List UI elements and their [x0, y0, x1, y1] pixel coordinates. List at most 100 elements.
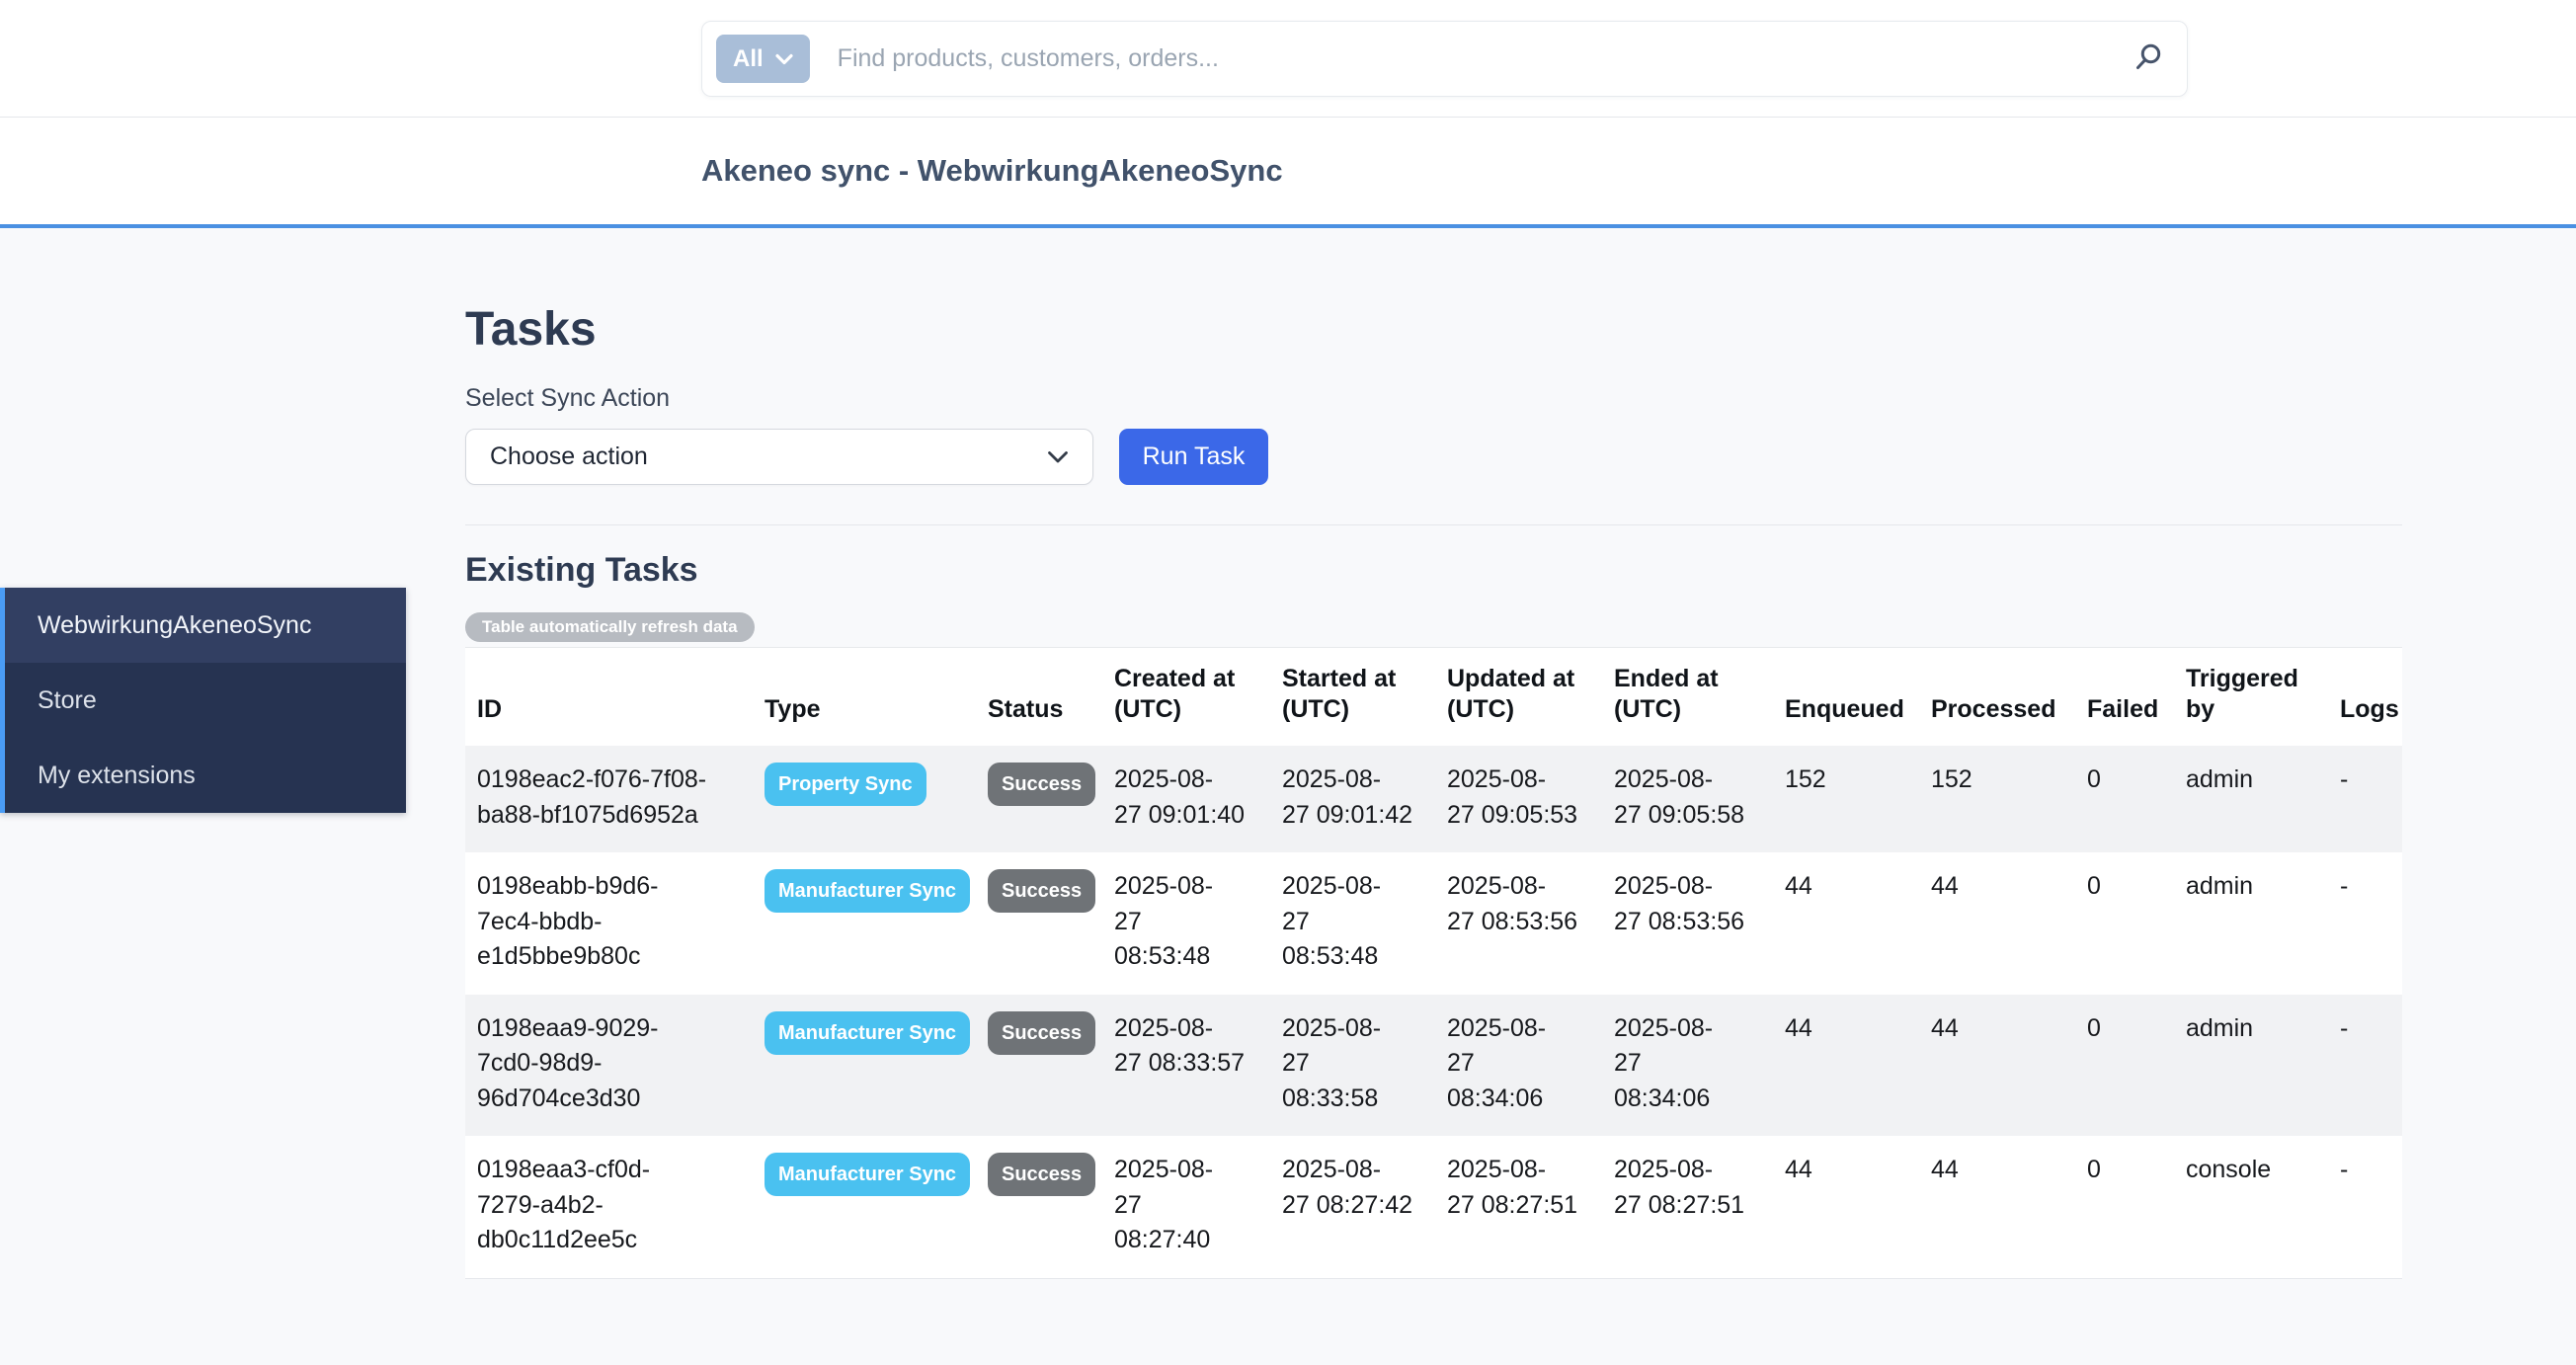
cell-updated: 2025-08- 27 08:27:51 — [1435, 1136, 1602, 1278]
type-badge: Property Sync — [765, 763, 926, 806]
sync-action-select[interactable]: Choose action — [465, 429, 1093, 485]
topbar: All — [0, 0, 2576, 118]
chevron-down-icon — [775, 53, 793, 65]
cell-type: Manufacturer Sync — [753, 1136, 976, 1278]
search-scope-button[interactable]: All — [716, 35, 810, 83]
column-header-started: Started at (UTC) — [1270, 648, 1435, 747]
cell-logs: - — [2328, 852, 2402, 995]
cell-triggered_by: admin — [2174, 852, 2328, 995]
global-search-bar: All — [701, 21, 2188, 97]
cell-type: Property Sync — [753, 746, 976, 852]
search-button[interactable] — [2132, 40, 2165, 77]
search-icon — [2132, 40, 2165, 77]
cell-failed: 0 — [2075, 1136, 2174, 1278]
cell-updated: 2025-08- 27 09:05:53 — [1435, 746, 1602, 852]
cell-started: 2025-08- 27 08:33:58 — [1270, 995, 1435, 1137]
cell-started: 2025-08- 27 08:53:48 — [1270, 852, 1435, 995]
table-row: 0198eabb-b9d6- 7ec4-bbdb- e1d5bbe9b80c Ma… — [465, 852, 2402, 995]
cell-ended: 2025-08- 27 09:05:58 — [1602, 746, 1773, 852]
cell-ended: 2025-08- 27 08:27:51 — [1602, 1136, 1773, 1278]
cell-created: 2025-08- 27 08:53:48 — [1102, 852, 1270, 995]
column-header-triggered_by: Triggered by — [2174, 648, 2328, 747]
cell-created: 2025-08- 27 08:27:40 — [1102, 1136, 1270, 1278]
sidebar: WebwirkungAkeneoSyncStoreMy extensions — [0, 588, 406, 813]
cell-failed: 0 — [2075, 852, 2174, 995]
cell-logs: - — [2328, 1136, 2402, 1278]
tasks-table: IDTypeStatusCreated at (UTC)Started at (… — [465, 647, 2402, 1279]
column-header-type: Type — [753, 648, 976, 747]
column-header-status: Status — [976, 648, 1102, 747]
cell-created: 2025-08- 27 09:01:40 — [1102, 746, 1270, 852]
cell-created: 2025-08- 27 08:33:57 — [1102, 995, 1270, 1137]
status-badge: Success — [988, 869, 1095, 913]
status-badge: Success — [988, 1011, 1095, 1055]
cell-triggered_by: console — [2174, 1136, 2328, 1278]
auto-refresh-badge: Table automatically refresh data — [465, 612, 755, 642]
status-badge: Success — [988, 1153, 1095, 1196]
type-badge: Manufacturer Sync — [765, 869, 970, 913]
table-header-row: IDTypeStatusCreated at (UTC)Started at (… — [465, 648, 2402, 747]
cell-updated: 2025-08- 27 08:53:56 — [1435, 852, 1602, 995]
sidebar-item-my-extensions[interactable]: My extensions — [5, 738, 406, 813]
cell-updated: 2025-08- 27 08:34:06 — [1435, 995, 1602, 1137]
cell-triggered_by: admin — [2174, 746, 2328, 852]
sync-action-label: Select Sync Action — [465, 384, 2402, 413]
column-header-created: Created at (UTC) — [1102, 648, 1270, 747]
cell-id: 0198eac2-f076-7f08- ba88-bf1075d6952a — [465, 746, 753, 852]
cell-processed: 44 — [1919, 1136, 2075, 1278]
cell-status: Success — [976, 1136, 1102, 1278]
cell-logs: - — [2328, 995, 2402, 1137]
content-area: WebwirkungAkeneoSyncStoreMy extensions T… — [0, 228, 2576, 1361]
column-header-updated: Updated at (UTC) — [1435, 648, 1602, 747]
status-badge: Success — [988, 763, 1095, 806]
sync-action-selected-value: Choose action — [490, 442, 648, 471]
cell-status: Success — [976, 746, 1102, 852]
existing-tasks-heading: Existing Tasks — [465, 551, 2402, 590]
page-title: Akeneo sync - WebwirkungAkeneoSync — [701, 153, 1283, 189]
cell-enqueued: 44 — [1773, 995, 1919, 1137]
table-row: 0198eac2-f076-7f08- ba88-bf1075d6952a Pro… — [465, 746, 2402, 852]
main-panel: Tasks Select Sync Action Choose action R… — [465, 228, 2402, 1279]
cell-failed: 0 — [2075, 746, 2174, 852]
cell-processed: 152 — [1919, 746, 2075, 852]
cell-id: 0198eabb-b9d6- 7ec4-bbdb- e1d5bbe9b80c — [465, 852, 753, 995]
column-header-logs: Logs — [2328, 648, 2402, 747]
cell-enqueued: 152 — [1773, 746, 1919, 852]
cell-id: 0198eaa3-cf0d- 7279-a4b2- db0c11d2ee5c — [465, 1136, 753, 1278]
cell-logs: - — [2328, 746, 2402, 852]
table-row: 0198eaa9-9029- 7cd0-98d9- 96d704ce3d30 Ma… — [465, 995, 2402, 1137]
column-header-enqueued: Enqueued — [1773, 648, 1919, 747]
column-header-ended: Ended at (UTC) — [1602, 648, 1773, 747]
action-row: Choose action Run Task — [465, 429, 2402, 485]
cell-started: 2025-08- 27 09:01:42 — [1270, 746, 1435, 852]
cell-triggered_by: admin — [2174, 995, 2328, 1137]
table-row: 0198eaa3-cf0d- 7279-a4b2- db0c11d2ee5c Ma… — [465, 1136, 2402, 1278]
column-header-processed: Processed — [1919, 648, 2075, 747]
cell-ended: 2025-08- 27 08:34:06 — [1602, 995, 1773, 1137]
cell-status: Success — [976, 995, 1102, 1137]
cell-started: 2025-08- 27 08:27:42 — [1270, 1136, 1435, 1278]
cell-enqueued: 44 — [1773, 852, 1919, 995]
search-scope-label: All — [733, 45, 764, 73]
sidebar-item-store[interactable]: Store — [5, 663, 406, 738]
tasks-heading: Tasks — [465, 302, 2402, 357]
cell-processed: 44 — [1919, 995, 2075, 1137]
cell-failed: 0 — [2075, 995, 2174, 1137]
column-header-id: ID — [465, 648, 753, 747]
cell-ended: 2025-08- 27 08:53:56 — [1602, 852, 1773, 995]
cell-type: Manufacturer Sync — [753, 852, 976, 995]
module-header: Akeneo sync - WebwirkungAkeneoSync — [0, 118, 2576, 228]
search-input[interactable] — [836, 43, 2132, 74]
column-header-failed: Failed — [2075, 648, 2174, 747]
cell-processed: 44 — [1919, 852, 2075, 995]
type-badge: Manufacturer Sync — [765, 1011, 970, 1055]
cell-status: Success — [976, 852, 1102, 995]
chevron-down-icon — [1047, 442, 1069, 471]
cell-enqueued: 44 — [1773, 1136, 1919, 1278]
type-badge: Manufacturer Sync — [765, 1153, 970, 1196]
sidebar-item-webwirkungakeneosync[interactable]: WebwirkungAkeneoSync — [5, 588, 406, 663]
run-task-button[interactable]: Run Task — [1119, 429, 1268, 485]
cell-type: Manufacturer Sync — [753, 995, 976, 1137]
cell-id: 0198eaa9-9029- 7cd0-98d9- 96d704ce3d30 — [465, 995, 753, 1137]
section-divider — [465, 524, 2402, 525]
